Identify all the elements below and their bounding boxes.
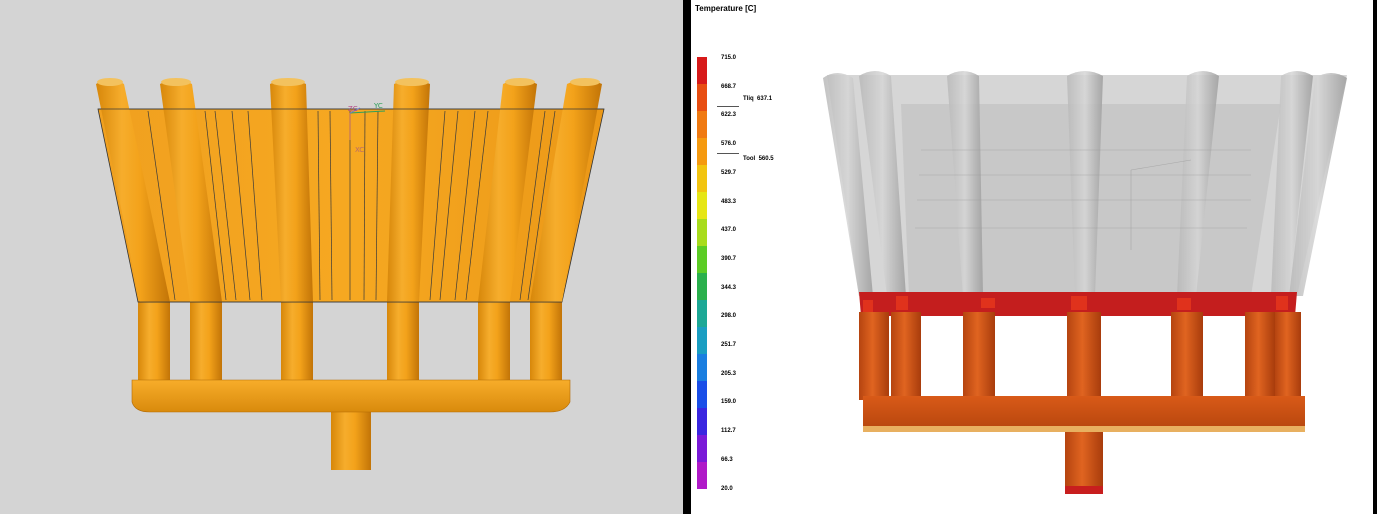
tube-caps bbox=[97, 78, 600, 86]
sprue bbox=[331, 410, 371, 470]
base-plate-hot bbox=[863, 396, 1305, 428]
cad-model-graphic: ZC YC XC bbox=[96, 78, 605, 470]
runner-legs-hot bbox=[859, 312, 1301, 400]
base-plate bbox=[131, 379, 571, 413]
screenshot-root: ZC YC XC Temperature [C] 715.0 668.7 622.3… bbox=[0, 0, 1377, 514]
runner-legs bbox=[138, 300, 562, 382]
axis-label-yc: YC bbox=[373, 102, 383, 110]
panel-divider bbox=[683, 0, 691, 514]
simulation-graphic bbox=[823, 71, 1347, 494]
axis-label-xc: XC bbox=[355, 146, 364, 154]
axis-label-zc: ZC bbox=[348, 105, 358, 113]
sprue-tip bbox=[1065, 486, 1103, 494]
plate-edge bbox=[863, 426, 1305, 432]
sprue-hot bbox=[1065, 432, 1103, 494]
simulation-result-view[interactable]: Temperature [C] 715.0 668.7 622.3 576.0 529.… bbox=[691, 0, 1377, 514]
cad-model-view[interactable]: ZC YC XC bbox=[0, 0, 683, 514]
